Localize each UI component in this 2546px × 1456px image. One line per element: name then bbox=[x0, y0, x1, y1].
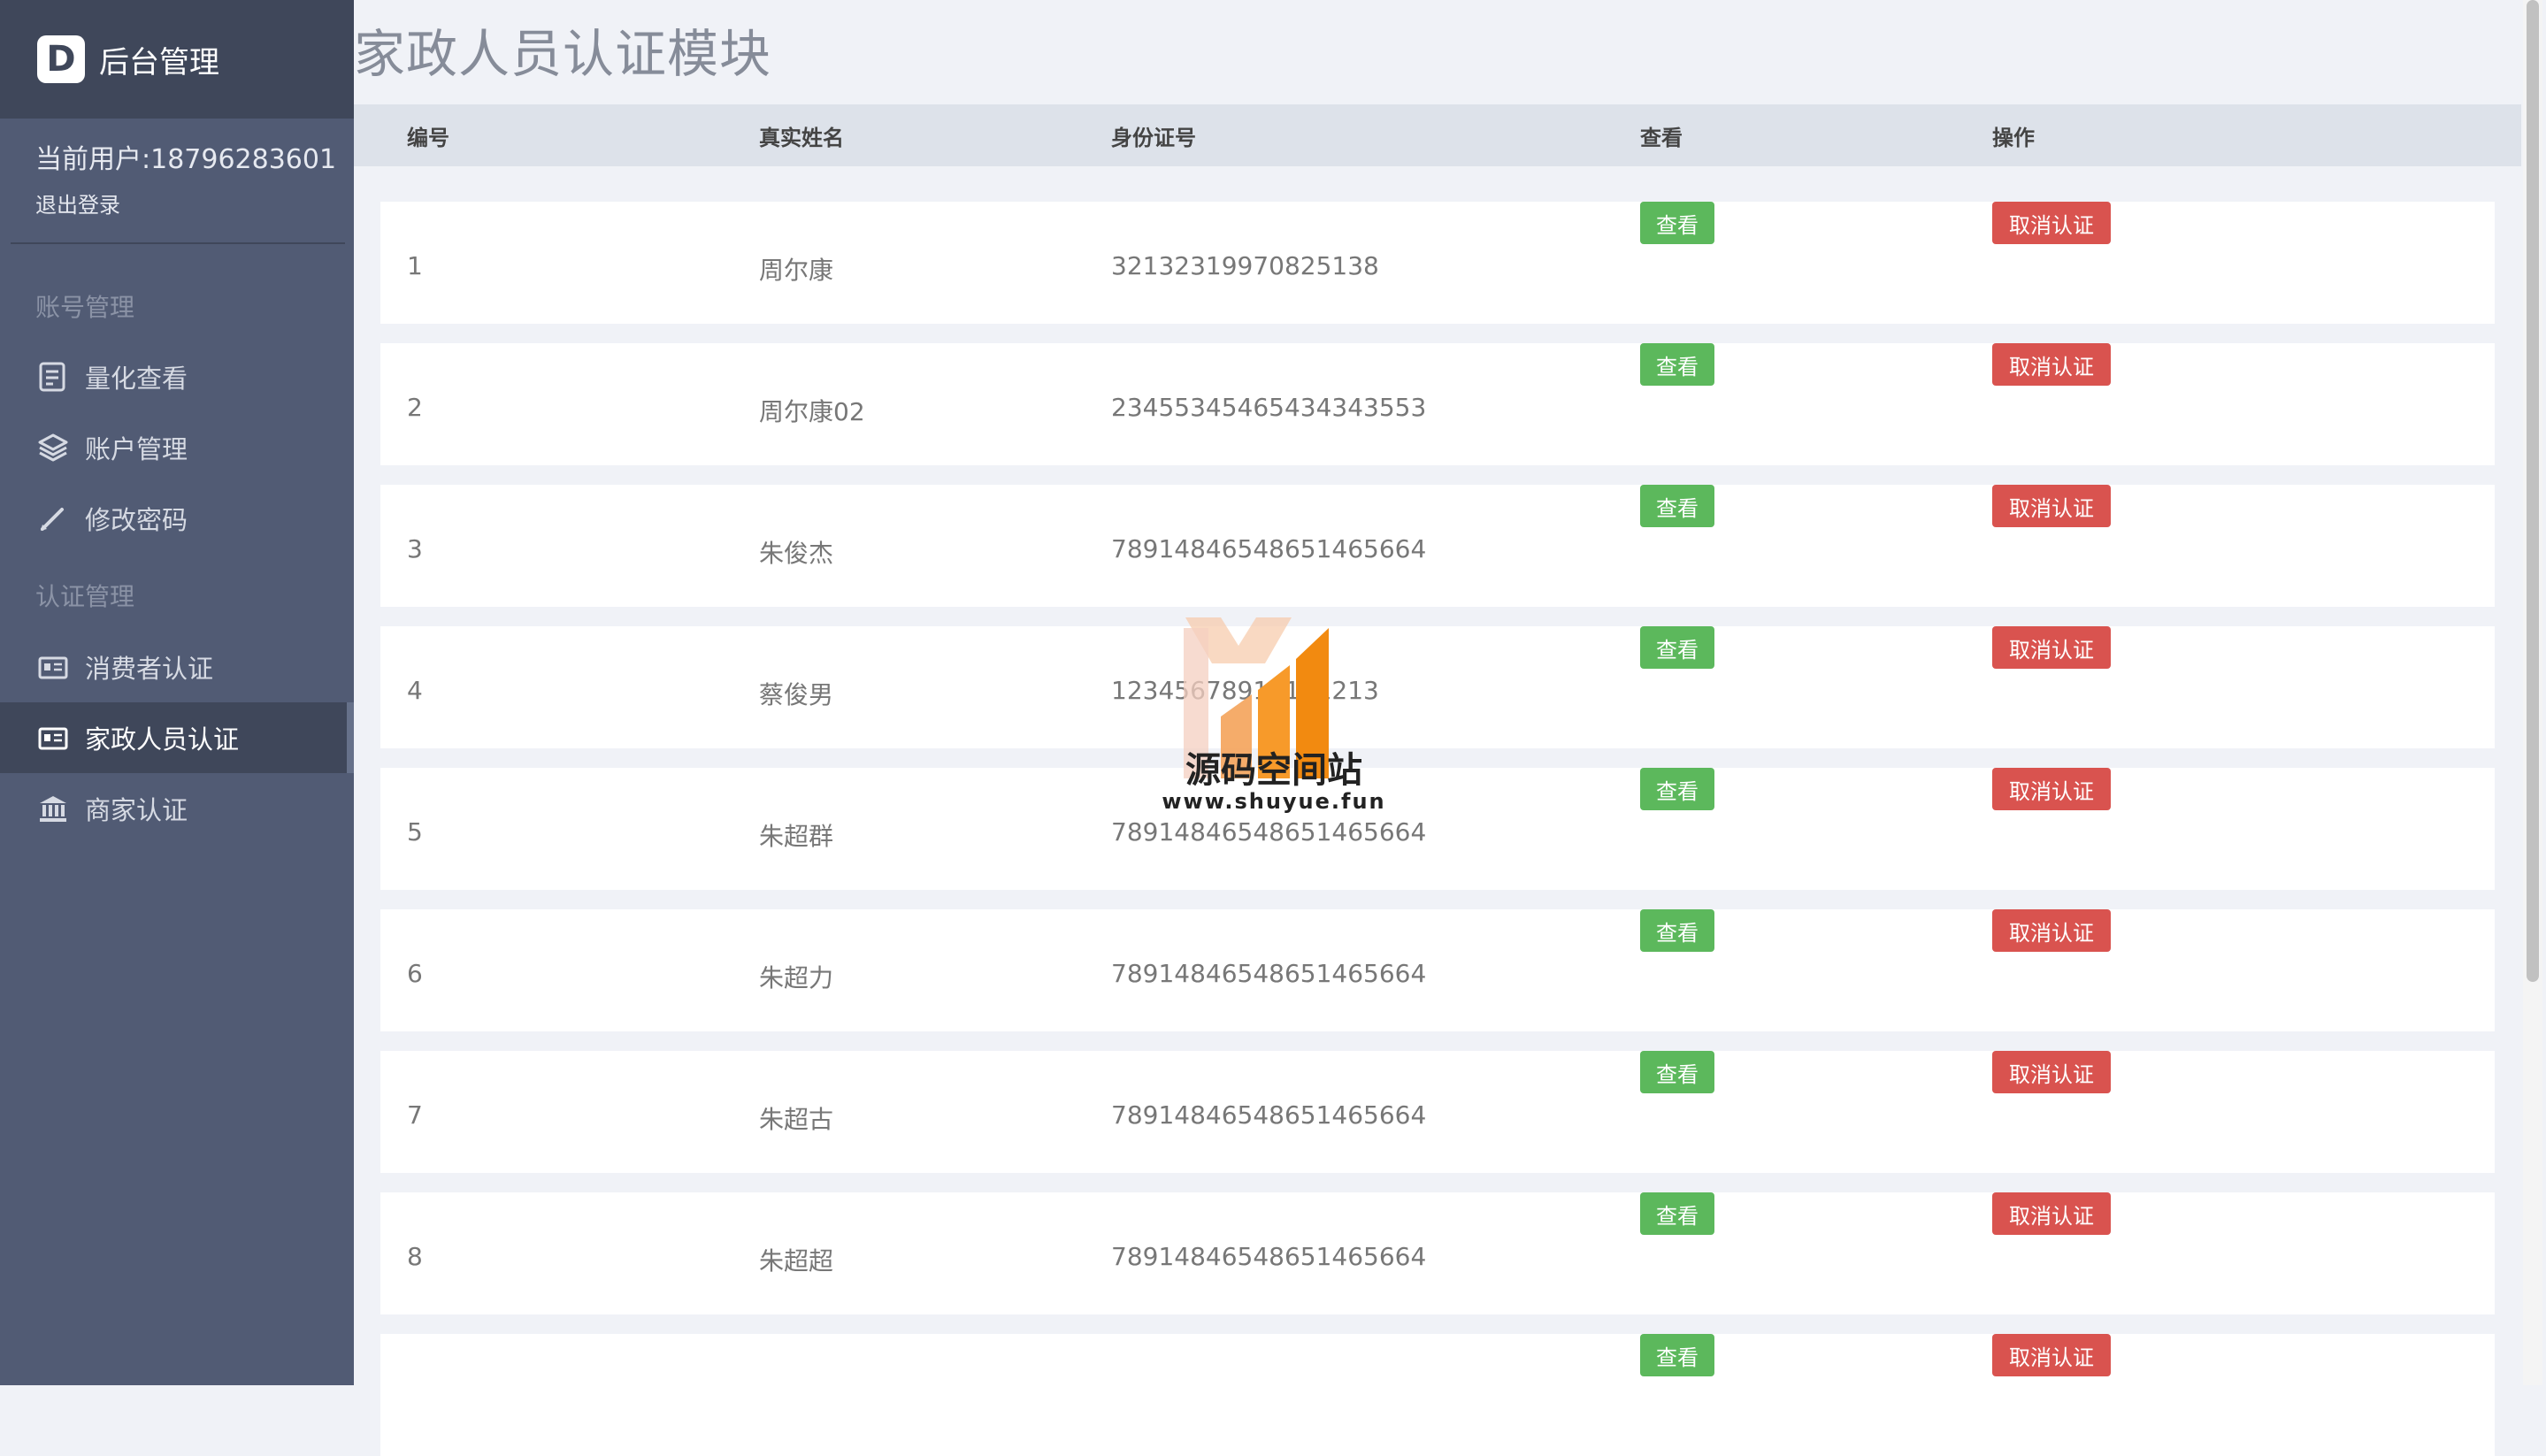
watermark-text: 源码空间站 bbox=[1185, 750, 1362, 791]
table-row: 3 朱俊杰 78914846548651465664 查看 取消认证 bbox=[380, 485, 2495, 607]
view-button[interactable]: 查看 bbox=[1640, 1334, 1714, 1376]
cancel-cert-button[interactable]: 取消认证 bbox=[1992, 1051, 2111, 1093]
table-row: 4 蔡俊男 12345678910111213 查看 取消认证 bbox=[380, 626, 2495, 748]
view-button[interactable]: 查看 bbox=[1640, 485, 1714, 527]
nav-group-certification: 认证管理 bbox=[35, 582, 135, 611]
cell-idcard: 32132319970825138 bbox=[1111, 251, 1379, 280]
view-button[interactable]: 查看 bbox=[1640, 1192, 1714, 1235]
cell-id: 8 bbox=[407, 1242, 423, 1271]
cell-idcard: 78914846548651465664 bbox=[1111, 1242, 1427, 1271]
scrollbar-thumb[interactable] bbox=[2527, 0, 2539, 982]
cell-name: 蔡俊男 bbox=[759, 680, 834, 709]
header-name: 真实姓名 bbox=[759, 125, 844, 150]
view-button[interactable]: 查看 bbox=[1640, 909, 1714, 952]
cell-name: 周尔康 bbox=[759, 256, 834, 285]
cancel-cert-button[interactable]: 取消认证 bbox=[1992, 909, 2111, 952]
cancel-cert-button[interactable]: 取消认证 bbox=[1992, 1334, 2111, 1376]
table-row: 6 朱超力 78914846548651465664 查看 取消认证 bbox=[380, 909, 2495, 1031]
sidebar-item-label: 消费者认证 bbox=[85, 654, 214, 684]
nav-group-account: 账号管理 bbox=[35, 293, 135, 322]
cancel-cert-button[interactable]: 取消认证 bbox=[1992, 343, 2111, 386]
sidebar-item-change-password[interactable]: 修改密码 bbox=[0, 483, 354, 554]
table-row: 7 朱超古 78914846548651465664 查看 取消认证 bbox=[380, 1051, 2495, 1173]
view-button[interactable]: 查看 bbox=[1640, 768, 1714, 810]
view-button[interactable]: 查看 bbox=[1640, 1051, 1714, 1093]
sidebar-item-label: 商家认证 bbox=[85, 795, 188, 825]
cancel-cert-button[interactable]: 取消认证 bbox=[1992, 485, 2111, 527]
cell-id: 4 bbox=[407, 676, 423, 705]
cell-idcard: 23455345465434343553 bbox=[1111, 393, 1427, 422]
cancel-cert-button[interactable]: 取消认证 bbox=[1992, 626, 2111, 669]
sidebar-item-merchant-cert[interactable]: 商家认证 bbox=[0, 773, 354, 844]
cell-idcard: 78914846548651465664 bbox=[1111, 959, 1427, 988]
table-row: 5 朱超群 78914846548651465664 查看 取消认证 bbox=[380, 768, 2495, 890]
cell-name: 朱超群 bbox=[759, 822, 834, 851]
user-box: 当前用户:18796283601 退出登录 bbox=[0, 119, 354, 242]
id-card-icon bbox=[35, 649, 71, 685]
logout-link[interactable]: 退出登录 bbox=[35, 188, 354, 218]
sidebar-item-consumer-cert[interactable]: 消费者认证 bbox=[0, 632, 354, 702]
table-header: 编号 真实姓名 身份证号 查看 操作 bbox=[354, 104, 2521, 166]
cell-name: 朱超超 bbox=[759, 1246, 834, 1276]
header-action: 操作 bbox=[1992, 125, 2035, 150]
header-id: 编号 bbox=[407, 125, 449, 150]
cell-name: 周尔康02 bbox=[759, 397, 865, 426]
cell-id: 3 bbox=[407, 534, 423, 563]
sidebar-divider bbox=[11, 242, 345, 244]
report-icon bbox=[35, 359, 71, 395]
bank-icon bbox=[35, 791, 71, 826]
brand-header: D 后台管理 bbox=[0, 0, 354, 119]
pencil-icon bbox=[35, 501, 71, 536]
cell-name: 朱超古 bbox=[759, 1105, 834, 1134]
page-title: 家政人员认证模块 bbox=[354, 24, 772, 84]
cell-idcard: 78914846548651465664 bbox=[1111, 1100, 1427, 1130]
current-user: 当前用户:18796283601 bbox=[35, 144, 337, 175]
cell-name: 朱超力 bbox=[759, 963, 834, 992]
layers-icon bbox=[35, 430, 71, 465]
cancel-cert-button[interactable]: 取消认证 bbox=[1992, 768, 2111, 810]
brand-logo-icon: D bbox=[37, 35, 85, 83]
view-button[interactable]: 查看 bbox=[1640, 626, 1714, 669]
cell-id: 2 bbox=[407, 393, 423, 422]
cell-id: 6 bbox=[407, 959, 423, 988]
sidebar-item-accounts[interactable]: 账户管理 bbox=[0, 412, 354, 483]
cell-idcard: 78914846548651465664 bbox=[1111, 534, 1427, 563]
cell-id: 1 bbox=[407, 251, 423, 280]
view-button[interactable]: 查看 bbox=[1640, 343, 1714, 386]
sidebar-item-housekeeping-cert[interactable]: 家政人员认证 bbox=[0, 702, 354, 773]
sidebar-item-label: 量化查看 bbox=[85, 364, 188, 394]
sidebar: D 后台管理 当前用户:18796283601 退出登录 账号管理 量化查看 账… bbox=[0, 0, 354, 1385]
table-row: 2 周尔康02 23455345465434343553 查看 取消认证 bbox=[380, 343, 2495, 465]
header-idcard: 身份证号 bbox=[1111, 125, 1196, 150]
main-content: 家政人员认证模块 编号 真实姓名 身份证号 查看 操作 1 周尔康 321323… bbox=[354, 0, 2521, 1456]
view-button[interactable]: 查看 bbox=[1640, 202, 1714, 244]
cancel-cert-button[interactable]: 取消认证 bbox=[1992, 202, 2111, 244]
header-view: 查看 bbox=[1640, 125, 1683, 150]
id-card-icon bbox=[35, 720, 71, 755]
table-row: 查看 取消认证 bbox=[380, 1334, 2495, 1456]
cancel-cert-button[interactable]: 取消认证 bbox=[1992, 1192, 2111, 1235]
sidebar-item-label: 账户管理 bbox=[85, 434, 188, 464]
cell-name: 朱俊杰 bbox=[759, 539, 834, 568]
brand-title: 后台管理 bbox=[99, 44, 219, 80]
table-row: 8 朱超超 78914846548651465664 查看 取消认证 bbox=[380, 1192, 2495, 1314]
watermark-url: www.shuyue.fun bbox=[1162, 789, 1386, 814]
sidebar-item-label: 修改密码 bbox=[85, 505, 188, 535]
cell-id: 5 bbox=[407, 817, 423, 847]
sidebar-item-label: 家政人员认证 bbox=[85, 724, 240, 755]
cell-id: 7 bbox=[407, 1100, 423, 1130]
table-row: 1 周尔康 32132319970825138 查看 取消认证 bbox=[380, 202, 2495, 324]
sidebar-item-quantify[interactable]: 量化查看 bbox=[0, 341, 354, 412]
